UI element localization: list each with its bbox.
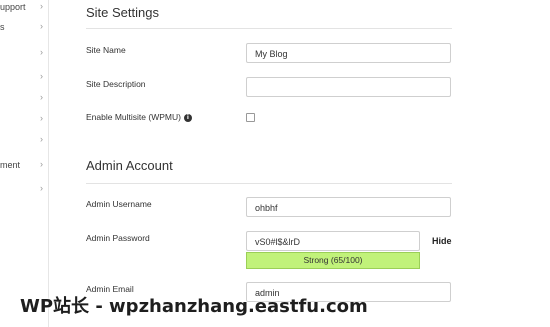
chevron-right-icon: › bbox=[40, 183, 43, 193]
sidebar-item[interactable]: › bbox=[0, 46, 48, 62]
chevron-right-icon: › bbox=[40, 134, 43, 144]
sidebar-item-label: s bbox=[0, 22, 5, 32]
site-settings-title: Site Settings bbox=[86, 5, 159, 20]
sidebar-item[interactable]: › bbox=[0, 91, 48, 107]
sidebar-item-label: ment bbox=[0, 160, 21, 170]
chevron-right-icon: › bbox=[40, 21, 43, 31]
multisite-checkbox[interactable] bbox=[246, 113, 255, 122]
site-name-input[interactable]: My Blog bbox=[246, 43, 451, 63]
password-strength-meter: Strong (65/100) bbox=[246, 252, 420, 269]
admin-password-label: Admin Password bbox=[86, 233, 150, 243]
sidebar-item[interactable]: s › bbox=[0, 20, 48, 36]
multisite-label: Enable Multisite (WPMU) bbox=[86, 112, 181, 122]
admin-password-input[interactable]: vS0#l$&lrD bbox=[246, 231, 420, 251]
hide-password-button[interactable]: Hide bbox=[432, 236, 452, 246]
divider bbox=[86, 28, 452, 29]
sidebar: upport › s › › › › › › ment › › bbox=[0, 0, 49, 327]
multisite-label-row: Enable Multisite (WPMU) i bbox=[86, 112, 192, 122]
admin-username-input[interactable]: ohbhf bbox=[246, 197, 451, 217]
site-description-input[interactable] bbox=[246, 77, 451, 97]
chevron-right-icon: › bbox=[40, 47, 43, 57]
watermark: WP站长 - wpzhanzhang.eastfu.com bbox=[20, 296, 368, 317]
info-icon[interactable]: i bbox=[183, 113, 192, 122]
chevron-right-icon: › bbox=[40, 159, 43, 169]
site-description-label: Site Description bbox=[86, 79, 146, 89]
sidebar-item-label: upport bbox=[0, 2, 26, 12]
sidebar-item[interactable]: › bbox=[0, 70, 48, 86]
admin-account-title: Admin Account bbox=[86, 158, 173, 173]
main-content: Site Settings Site Name My Blog Site Des… bbox=[48, 0, 550, 327]
admin-username-label: Admin Username bbox=[86, 199, 152, 209]
divider bbox=[86, 183, 452, 184]
site-name-label: Site Name bbox=[86, 45, 126, 55]
sidebar-item[interactable]: upport › bbox=[0, 0, 48, 16]
chevron-right-icon: › bbox=[40, 71, 43, 81]
chevron-right-icon: › bbox=[40, 113, 43, 123]
chevron-right-icon: › bbox=[40, 92, 43, 102]
sidebar-item[interactable]: › bbox=[0, 112, 48, 128]
chevron-right-icon: › bbox=[40, 1, 43, 11]
sidebar-item[interactable]: › bbox=[0, 182, 48, 198]
sidebar-item[interactable]: ment › bbox=[0, 158, 48, 174]
sidebar-item[interactable]: › bbox=[0, 133, 48, 149]
